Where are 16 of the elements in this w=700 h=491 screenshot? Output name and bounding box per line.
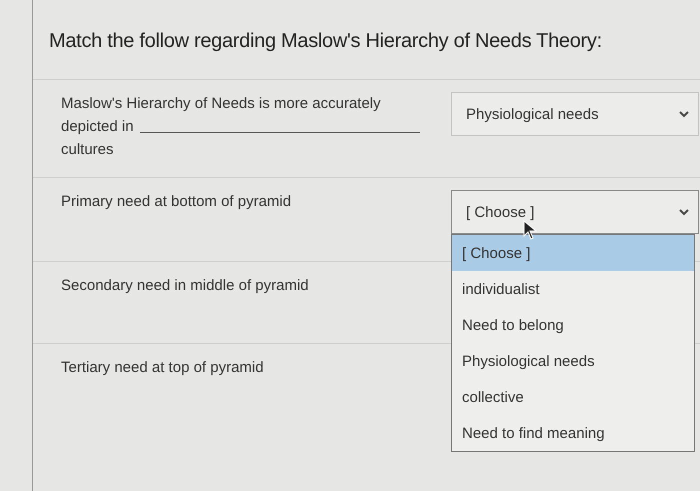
- cursor-icon: [523, 220, 537, 240]
- prompt-text: Secondary need in middle of pyramid: [61, 277, 309, 294]
- answer-dropdown[interactable]: [ Choose ]: [451, 190, 699, 234]
- dropdown-option[interactable]: Need to belong: [452, 307, 694, 343]
- dropdown-option[interactable]: Need to find meaning: [452, 415, 694, 451]
- dropdown-option[interactable]: individualist: [452, 271, 694, 307]
- dropdown-option[interactable]: collective: [452, 379, 694, 415]
- question-title: Match the follow regarding Maslow's Hierarchy of Needs Theory:: [48, 29, 603, 54]
- dropdown-option[interactable]: [ Choose ]: [452, 235, 694, 271]
- prompt-text: cultures: [61, 140, 114, 160]
- prompt-text: depicted in: [61, 117, 134, 137]
- prompt-text: Primary need at bottom of pyramid: [61, 193, 292, 210]
- answer-dropdown[interactable]: Physiological needs: [451, 92, 699, 136]
- dropdown-option[interactable]: Physiological needs: [452, 343, 694, 379]
- prompt-text: Tertiary need at top of pyramid: [61, 359, 264, 376]
- prompt-text: Maslow's Hierarchy of Needs is more accurately: [61, 94, 381, 114]
